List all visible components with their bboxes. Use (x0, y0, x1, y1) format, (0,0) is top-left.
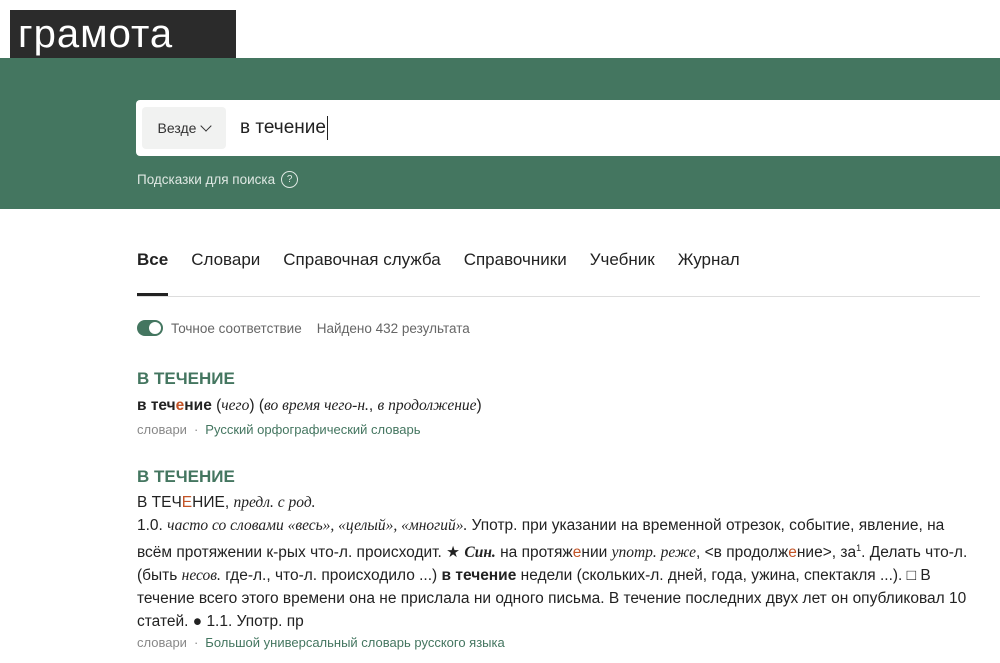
result-category: словари (137, 635, 187, 651)
result-tabs: Все Словари Справочная служба Справочник… (137, 250, 763, 297)
result-category: словари (137, 422, 187, 437)
result-meta: словари · Русский орфографический словарь (137, 422, 421, 437)
search-input[interactable]: в течение (240, 116, 329, 140)
search-box[interactable]: Везде в течение (136, 100, 1000, 156)
tab-reference-books[interactable]: Справочники (464, 250, 567, 297)
text-caret (326, 116, 329, 140)
result-item: В ТЕЧЕНИЕ в течение (чего) (во время чег… (137, 369, 977, 437)
tab-textbook[interactable]: Учебник (590, 250, 655, 297)
search-query-text: в течение (240, 117, 326, 138)
search-hints-label: Подсказки для поиска (137, 172, 276, 187)
tab-dictionaries[interactable]: Словари (191, 250, 260, 297)
chevron-down-icon (200, 120, 213, 132)
exact-match-toggle[interactable] (137, 320, 163, 336)
scope-label: Везде (157, 120, 197, 136)
result-source-link[interactable]: Русский орфографический словарь (205, 422, 420, 437)
result-snippet: в течение (чего) (во время чего-н., в пр… (137, 397, 482, 414)
tab-help-service[interactable]: Справочная служба (283, 250, 440, 297)
tab-all[interactable]: Все (137, 250, 169, 297)
search-hints-link[interactable]: Подсказки для поиска ? (137, 171, 299, 188)
help-icon: ? (281, 171, 299, 188)
result-item: В ТЕЧЕНИЕ В ТЕЧЕНИЕ, предл. с род. 1.0. ч… (137, 467, 977, 650)
tabs-divider (137, 296, 980, 297)
filters-row: Точное соответствие Найдено 432 результа… (137, 320, 470, 336)
toggle-knob (149, 322, 161, 334)
result-snippet: В ТЕЧЕНИЕ, предл. с род. 1.0. часто со сл… (137, 494, 968, 631)
site-logo[interactable]: грамота (10, 10, 236, 58)
scope-dropdown[interactable]: Везде (142, 107, 226, 149)
results-count: Найдено 432 результата (316, 320, 470, 336)
result-title[interactable]: В ТЕЧЕНИЕ (137, 467, 977, 487)
tab-journal[interactable]: Журнал (678, 250, 740, 297)
exact-match-label: Точное соответствие (171, 320, 302, 336)
result-title[interactable]: В ТЕЧЕНИЕ (137, 369, 977, 389)
result-source-link[interactable]: Большой универсальный словарь русского я… (205, 635, 504, 650)
result-meta: словари · Большой универсальный словарь ру… (137, 635, 505, 651)
